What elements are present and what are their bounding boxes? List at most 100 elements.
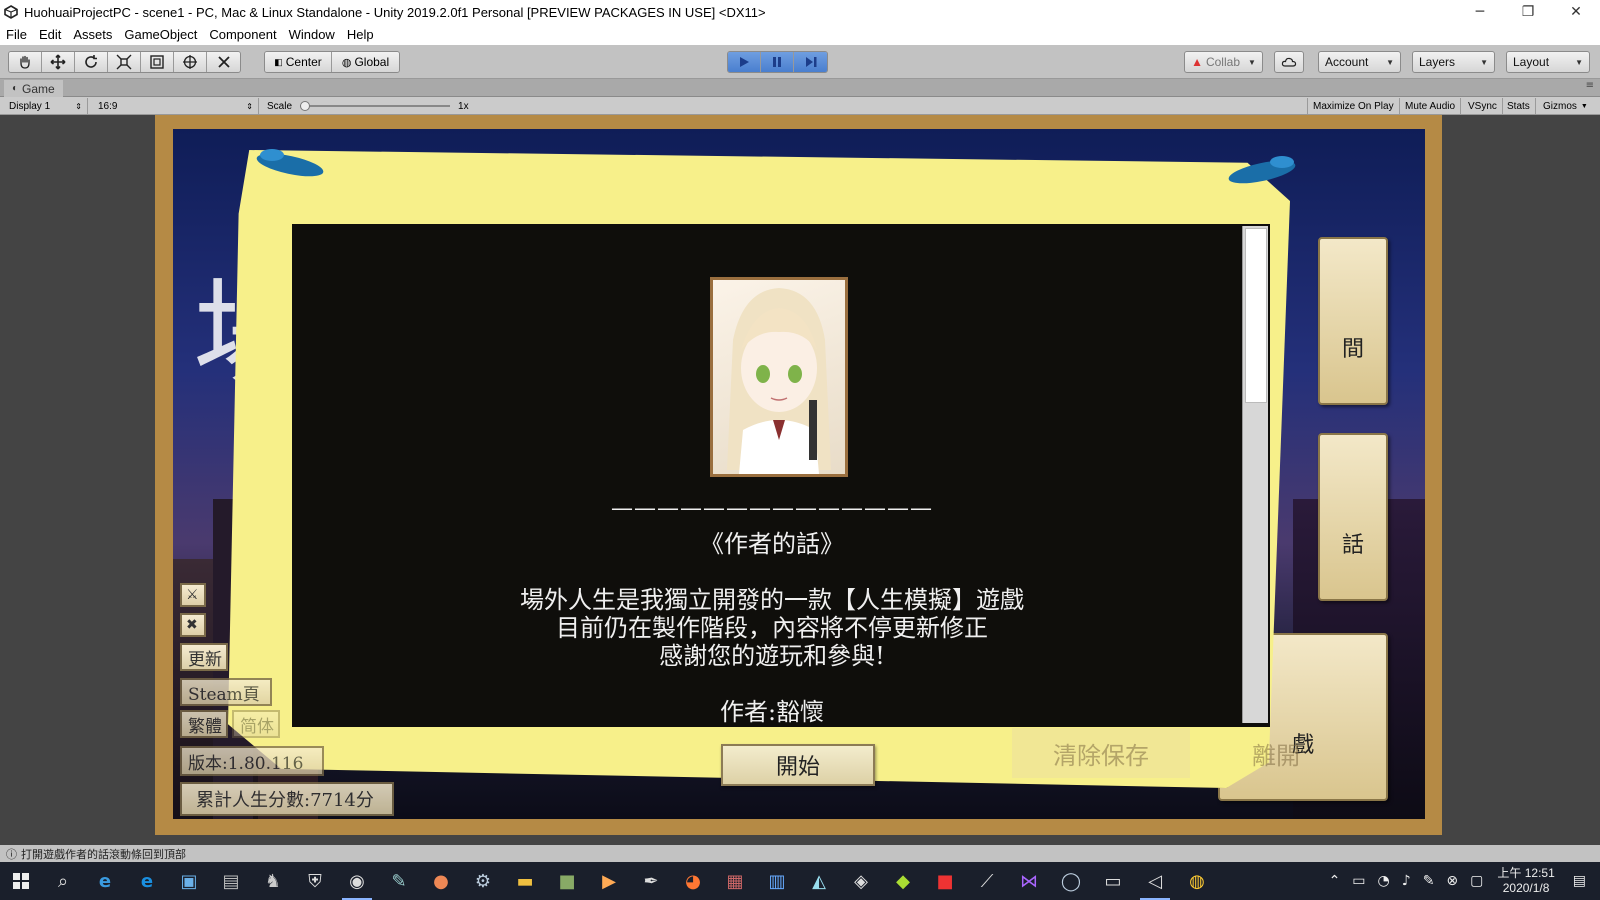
- taskbar-app-9[interactable]: ◆: [882, 862, 924, 900]
- taskbar-unity[interactable]: ◁: [1134, 862, 1176, 900]
- taskbar-app-8[interactable]: ◭: [798, 862, 840, 900]
- restore-button[interactable]: ❐: [1504, 0, 1552, 24]
- menu-gameobject[interactable]: GameObject: [118, 27, 203, 42]
- taskbar-app-2[interactable]: ▤: [210, 862, 252, 900]
- account-dropdown[interactable]: Account ▼: [1318, 51, 1401, 73]
- cloud-button[interactable]: [1274, 51, 1304, 73]
- close-small-button[interactable]: ✖: [180, 613, 206, 637]
- menu-assets[interactable]: Assets: [67, 27, 118, 42]
- gizmos-dropdown[interactable]: Gizmos ▼: [1538, 98, 1593, 114]
- display-dropdown[interactable]: Display 1 ⇕: [4, 98, 88, 114]
- taskbar-app-11[interactable]: ⟋: [966, 862, 1008, 900]
- taskbar-explorer[interactable]: ▬: [504, 862, 546, 900]
- scale-slider[interactable]: [300, 101, 451, 111]
- close-button[interactable]: ✕: [1552, 0, 1600, 24]
- taskbar-app-4[interactable]: ⛨: [294, 862, 336, 900]
- tab-game[interactable]: ◐ Game: [4, 80, 63, 97]
- chevron-up-icon[interactable]: ⌃: [1329, 873, 1341, 889]
- clock-date: 2020/1/8: [1502, 881, 1550, 895]
- leave-button[interactable]: 離開: [1236, 728, 1316, 778]
- vsync-toggle[interactable]: VSync: [1463, 98, 1503, 114]
- steam-page-button[interactable]: Steam頁: [180, 678, 272, 706]
- rect-tool-button[interactable]: [141, 52, 174, 72]
- move-tool-button[interactable]: [42, 52, 75, 72]
- tab-menu-icon[interactable]: ≡: [1586, 80, 1594, 91]
- layout-dropdown[interactable]: Layout ▼: [1506, 51, 1590, 73]
- side-button-time[interactable]: 間: [1318, 237, 1388, 405]
- cross-icon: ✖: [186, 617, 198, 633]
- taskbar-ie[interactable]: e: [84, 862, 126, 900]
- windows-start-button[interactable]: [0, 862, 42, 900]
- scale-slider-thumb[interactable]: [300, 101, 311, 111]
- taskbar-paint[interactable]: ✎: [378, 862, 420, 900]
- scrollbar-thumb[interactable]: [1245, 228, 1267, 403]
- minimize-button[interactable]: ─: [1456, 0, 1504, 24]
- taskbar-firefox[interactable]: ◕: [672, 862, 714, 900]
- taskbar-visual-studio[interactable]: ⋈: [1008, 862, 1050, 900]
- settings-button[interactable]: ⚔: [180, 583, 206, 607]
- collab-button[interactable]: ▲ Collab ▼: [1184, 51, 1263, 73]
- side-button-words[interactable]: 話: [1318, 433, 1388, 601]
- taskbar-player[interactable]: ▶: [588, 862, 630, 900]
- menu-component[interactable]: Component: [203, 27, 282, 42]
- taskbar-minecraft[interactable]: ■: [546, 862, 588, 900]
- update-button[interactable]: 更新: [180, 643, 228, 671]
- taskbar-app-10[interactable]: ■: [924, 862, 966, 900]
- unity-logo-icon: [4, 5, 18, 19]
- pen-icon: ✒: [643, 870, 659, 892]
- stats-toggle[interactable]: Stats: [1502, 98, 1536, 114]
- clear-save-button[interactable]: 清除保存: [1012, 728, 1190, 778]
- pivot-center-button[interactable]: ◧ Center: [265, 52, 332, 72]
- rotate-tool-button[interactable]: [75, 52, 108, 72]
- start-button[interactable]: 開始: [721, 744, 875, 786]
- transform-tool-button[interactable]: [174, 52, 207, 72]
- menu-edit[interactable]: Edit: [33, 27, 67, 42]
- layers-dropdown[interactable]: Layers ▼: [1412, 51, 1495, 73]
- taskbar-app-3[interactable]: ♞: [252, 862, 294, 900]
- taskbar-edge[interactable]: e: [126, 862, 168, 900]
- system-clock[interactable]: 上午 12:51 2020/1/8: [1497, 866, 1554, 896]
- tray-app-icon[interactable]: ▢: [1470, 873, 1483, 889]
- custom-tool-button[interactable]: [207, 52, 240, 72]
- mute-audio-toggle[interactable]: Mute Audio: [1400, 98, 1462, 114]
- hand-tool-button[interactable]: [9, 52, 42, 72]
- dialog-scrollbar[interactable]: [1242, 226, 1268, 723]
- taskbar-store[interactable]: ▥: [756, 862, 798, 900]
- step-button[interactable]: [794, 52, 827, 72]
- menu-help[interactable]: Help: [341, 27, 380, 42]
- taskbar-app-7[interactable]: ▦: [714, 862, 756, 900]
- gizmos-label: Gizmos: [1543, 100, 1577, 112]
- layers-label: Layers: [1419, 55, 1456, 69]
- system-tray: ⌃ ▭ ◔ ♪ ✎ ⊗ ▢ 上午 12:51 2020/1/8 ▤: [1323, 862, 1600, 900]
- taskbar-app-1[interactable]: ▣: [168, 862, 210, 900]
- taskbar-app-12[interactable]: ◯: [1050, 862, 1092, 900]
- volume-icon[interactable]: ♪: [1402, 873, 1411, 889]
- notification-icon[interactable]: ▤: [1573, 873, 1586, 889]
- dialog-divider: ——————————————: [611, 496, 933, 521]
- pen-tray-icon[interactable]: ✎: [1423, 873, 1435, 889]
- taskbar-app-5[interactable]: ●: [420, 862, 462, 900]
- taskbar-app-6[interactable]: ✒: [630, 862, 672, 900]
- menu-window[interactable]: Window: [283, 27, 341, 42]
- battery-icon[interactable]: ▭: [1352, 873, 1365, 889]
- aspect-dropdown[interactable]: 16:9 ⇕: [93, 98, 259, 114]
- traditional-chinese-button[interactable]: 繁體: [180, 710, 228, 738]
- network-icon[interactable]: ◔: [1378, 873, 1390, 889]
- warning-icon: ▲: [1191, 55, 1203, 69]
- taskbar-obs[interactable]: ◉: [336, 862, 378, 900]
- space-global-button[interactable]: ◍ Global: [332, 52, 399, 72]
- taskbar-app-13[interactable]: ▭: [1092, 862, 1134, 900]
- pause-button[interactable]: [761, 52, 794, 72]
- menu-file[interactable]: File: [0, 27, 33, 42]
- search-button[interactable]: ⌕: [42, 862, 84, 900]
- taskbar-unity-hub[interactable]: ◈: [840, 862, 882, 900]
- taskbar-chrome[interactable]: ◍: [1176, 862, 1218, 900]
- taskbar-steam[interactable]: ⚙: [462, 862, 504, 900]
- mic-off-icon[interactable]: ⊗: [1446, 873, 1458, 889]
- author-message-panel[interactable]: —————————————— 《作者的話》 場外人生是我獨立開發的一款【人生模擬…: [292, 224, 1270, 727]
- dialog-author: 作者:豁懷: [719, 698, 825, 726]
- maximize-on-play-toggle[interactable]: Maximize On Play: [1307, 98, 1400, 114]
- scale-tool-button[interactable]: [108, 52, 141, 72]
- simplified-chinese-button[interactable]: 简体: [232, 710, 280, 738]
- play-button[interactable]: [728, 52, 761, 72]
